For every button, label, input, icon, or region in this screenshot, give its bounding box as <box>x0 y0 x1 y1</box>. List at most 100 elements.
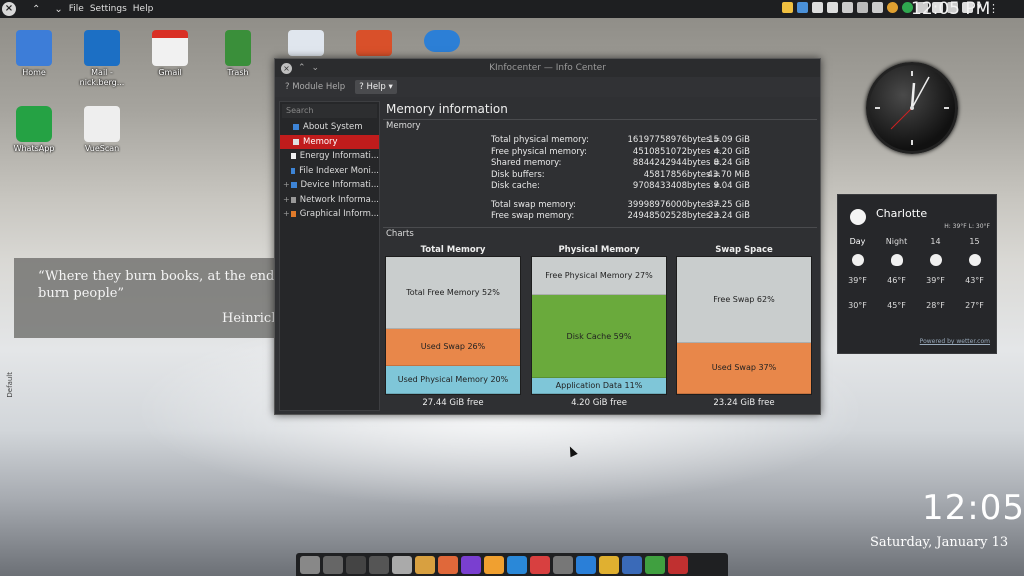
forecast-high: 46°F <box>887 276 906 285</box>
dock-app-icon[interactable] <box>300 555 320 574</box>
desktop-icon-monitor[interactable] <box>276 30 336 56</box>
forecast-high: 39°F <box>926 276 945 285</box>
dock-app-icon[interactable] <box>461 555 481 574</box>
tray-resize-icon[interactable] <box>842 2 853 13</box>
expand-icon[interactable]: + <box>283 193 291 208</box>
memory-cell-u: bytes = <box>687 146 721 157</box>
folder-home-icon <box>16 30 52 66</box>
chevron-up-icon[interactable]: ⌃ <box>32 4 40 15</box>
chart-segment: Application Data 11% <box>532 377 666 395</box>
dock-app-icon[interactable] <box>484 555 504 574</box>
dock-app-icon[interactable] <box>415 555 435 574</box>
chart-bar: Free Swap 62% Used Swap 37% <box>676 256 812 395</box>
sidebar-item[interactable]: Energy Informati... <box>280 149 379 164</box>
memory-cell-g: 37.25 GiB <box>708 199 750 210</box>
memory-chart: Physical Memory Free Physical Memory 27% D… <box>531 245 667 408</box>
desktop-icon-vuescan[interactable]: VueScan <box>72 106 132 154</box>
menu-settings[interactable]: Settings <box>90 4 127 14</box>
menu-help[interactable]: Help <box>133 4 154 14</box>
memory-cell-v: 24948502528 <box>627 211 688 221</box>
module-icon <box>290 167 296 174</box>
menu-file[interactable]: File <box>69 4 84 14</box>
forecast-highs: 39°F 46°F 39°F 43°F <box>838 276 998 285</box>
chart-segment: Used Swap 26% <box>386 329 520 366</box>
dock-app-icon[interactable] <box>507 555 527 574</box>
dock-app-icon[interactable] <box>530 555 550 574</box>
dock-app-icon[interactable] <box>346 555 366 574</box>
analog-clock-widget <box>866 62 958 154</box>
sidebar-item-label: Graphical Inform... <box>299 209 379 219</box>
desktop-icon-home[interactable]: Home <box>4 30 64 78</box>
sidebar-item[interactable]: File Indexer Moni... <box>280 164 379 179</box>
weather-powered-link[interactable]: Powered by wetter.com <box>920 338 990 345</box>
tray-printer-icon[interactable] <box>827 2 838 13</box>
desktop-icon-onedrive[interactable] <box>412 30 472 52</box>
desktop-icon-powerpoint[interactable] <box>344 30 404 56</box>
desktop-icon-gmail[interactable]: Gmail <box>140 30 200 78</box>
dock-app-icon[interactable] <box>668 555 688 574</box>
tray-tool-icon[interactable] <box>812 2 823 13</box>
dock-app-icon[interactable] <box>599 555 619 574</box>
desktop-icon-mail[interactable]: Mail - nick.berg... <box>72 30 132 88</box>
chart-segment-label: Free Swap 62% <box>713 294 775 304</box>
sidebar-item-label: Network Informa... <box>299 194 379 205</box>
dock <box>296 553 728 576</box>
activity-label[interactable]: Default <box>6 372 14 398</box>
memory-chart: Swap Space Free Swap 62% Used Swap 37% 23.2… <box>676 245 812 408</box>
forecast-grid: Day Night 14 15 39°F 46°F 39°F 43°F 30°F… <box>838 237 998 310</box>
sidebar-item[interactable]: + Device Informati... <box>280 178 379 193</box>
window-titlebar[interactable]: × ⌃ ⌄ KInfocenter — Info Center <box>275 59 820 77</box>
chart-segment-label: Application Data 11% <box>555 380 643 390</box>
tray-emoji-icon[interactable] <box>782 2 793 13</box>
dock-app-icon[interactable] <box>553 555 573 574</box>
dock-app-icon[interactable] <box>392 555 412 574</box>
chart-footer: 4.20 GiB free <box>571 398 627 408</box>
dock-app-icon[interactable] <box>622 555 642 574</box>
module-help-button[interactable]: ? Module Help <box>281 80 349 94</box>
chart-footer: 23.24 GiB free <box>713 398 775 408</box>
dock-app-icon[interactable] <box>369 555 389 574</box>
expand-icon[interactable]: + <box>283 207 291 222</box>
memory-row: Total swap memory: 39998976000 bytes = 37.2… <box>491 200 750 212</box>
module-icon <box>290 196 296 203</box>
sidebar-item[interactable]: + Graphical Inform... <box>280 207 379 222</box>
close-icon[interactable]: × <box>2 2 16 16</box>
panel-menu-icon[interactable]: ⋮ <box>988 2 999 15</box>
expand-icon[interactable]: + <box>283 178 291 193</box>
sidebar-item[interactable]: Memory <box>280 134 379 149</box>
tray-folder-icon[interactable] <box>797 2 808 13</box>
chart-segment: Free Swap 62% <box>677 257 811 343</box>
memory-cell-k: Shared memory: <box>491 158 562 168</box>
chart-title: Physical Memory <box>558 245 640 255</box>
quote-author: Heinrich <box>222 311 276 326</box>
vuescan-icon <box>84 106 120 142</box>
desktop-icon-trash[interactable]: Trash <box>208 30 268 78</box>
dock-app-icon[interactable] <box>645 555 665 574</box>
forecast-low: 28°F <box>926 301 945 310</box>
dock-app-icon[interactable] <box>438 555 458 574</box>
weather-widget: Charlotte H: 39°F L: 30°F Day Night 14 1… <box>837 194 997 354</box>
memory-row: Free physical memory: 4510851072 bytes = 4.… <box>491 147 750 159</box>
tray-audio-icon[interactable] <box>857 2 868 13</box>
search-input[interactable]: Search <box>282 104 377 118</box>
sidebar-item[interactable]: About System <box>280 120 379 135</box>
help-menu-button[interactable]: ? Help ▾ <box>355 80 397 94</box>
tray-image-icon[interactable] <box>872 2 883 13</box>
desktop-icon-whatsapp[interactable]: WhatsApp <box>4 106 64 154</box>
sidebar-item-label: File Indexer Moni... <box>299 165 379 176</box>
memory-cell-g: 9.04 GiB <box>713 181 750 191</box>
forecast-low: 30°F <box>848 301 867 310</box>
memory-group: Memory <box>383 119 817 132</box>
gmail-icon <box>152 30 188 66</box>
tray-chrome-icon[interactable] <box>887 2 898 13</box>
forecast-lows: 30°F 45°F 28°F 27°F <box>838 301 998 310</box>
sun-icon <box>916 246 955 274</box>
dock-app-icon[interactable] <box>576 555 596 574</box>
sidebar-item[interactable]: + Network Informa... <box>280 193 379 208</box>
dock-app-icon[interactable] <box>323 555 343 574</box>
chevron-down-icon[interactable]: ⌄ <box>54 4 62 15</box>
memory-cell-v: 8844242944 <box>632 158 687 168</box>
panel-clock[interactable]: 12:05 PM <box>911 0 990 19</box>
module-icon <box>291 153 296 160</box>
memory-cell-v: 9708433408 <box>632 181 687 191</box>
